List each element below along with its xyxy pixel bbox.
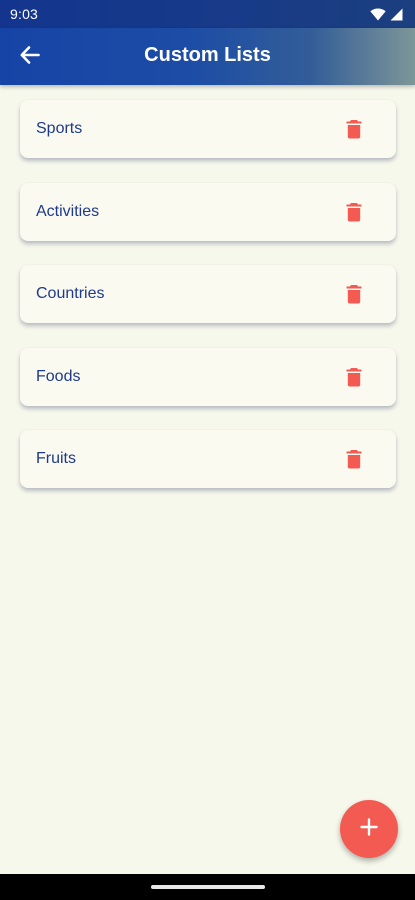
trash-icon xyxy=(346,120,362,139)
delete-button[interactable] xyxy=(342,282,366,306)
list-item[interactable]: Activities xyxy=(20,182,396,241)
delete-button[interactable] xyxy=(342,447,366,471)
list-item[interactable]: Countries xyxy=(20,265,396,323)
list-item-label: Foods xyxy=(36,367,81,385)
delete-button[interactable] xyxy=(342,365,366,389)
trash-icon xyxy=(346,202,362,221)
home-handle[interactable] xyxy=(151,885,265,889)
add-list-button[interactable] xyxy=(340,800,398,858)
wifi-icon xyxy=(370,8,386,21)
app-bar: Custom Lists xyxy=(0,28,415,85)
list-item[interactable]: Fruits xyxy=(20,430,396,488)
delete-button[interactable] xyxy=(342,200,366,224)
list-item-label: Activities xyxy=(36,202,100,220)
screen: 9:03 Custom Lists Sports Activities Coun… xyxy=(0,0,415,900)
status-time: 9:03 xyxy=(10,6,39,22)
list-item-label: Countries xyxy=(36,285,105,302)
list-item-label: Sports xyxy=(36,120,83,137)
list-item[interactable]: Foods xyxy=(20,347,396,406)
delete-button[interactable] xyxy=(342,117,366,141)
plus-icon xyxy=(360,817,378,841)
status-icons xyxy=(370,8,403,21)
trash-icon xyxy=(346,450,362,469)
list-item[interactable]: Sports xyxy=(20,100,396,158)
trash-icon xyxy=(346,367,362,386)
status-bar: 9:03 xyxy=(0,0,415,28)
navigation-bar xyxy=(0,874,415,900)
custom-lists: Sports Activities Countries Foods Fruits xyxy=(20,100,396,513)
trash-icon xyxy=(346,285,362,304)
list-item-label: Fruits xyxy=(36,450,76,467)
signal-icon xyxy=(390,8,403,21)
page-title: Custom Lists xyxy=(144,44,271,66)
